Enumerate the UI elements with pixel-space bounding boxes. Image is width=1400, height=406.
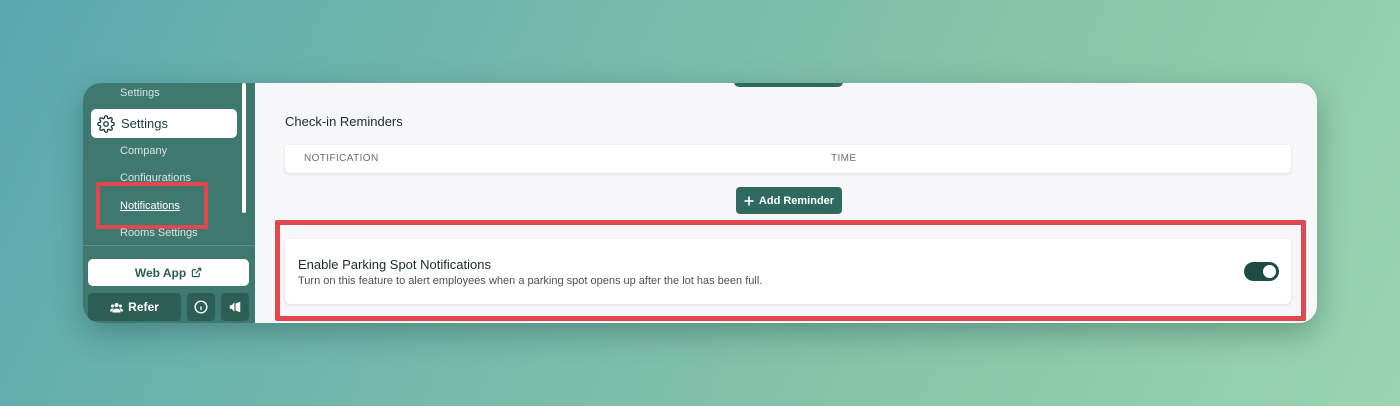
add-reminder-button[interactable]: Add Reminder xyxy=(736,187,842,214)
refer-button[interactable]: Refer xyxy=(88,293,181,321)
plus-icon xyxy=(744,196,754,205)
section-title: Check-in Reminders xyxy=(285,114,403,129)
web-app-button[interactable]: Web App xyxy=(88,259,249,286)
gear-icon xyxy=(97,114,115,133)
announcements-button[interactable] xyxy=(221,293,249,321)
column-header-time: TIME xyxy=(831,153,857,164)
main-content: Check-in Reminders NOTIFICATION TIME Add… xyxy=(255,83,1317,323)
users-icon xyxy=(110,302,124,312)
sidebar-scrollbar[interactable] xyxy=(242,83,246,213)
sidebar: Settings Settings Company Configurations… xyxy=(83,83,255,323)
column-header-notification: NOTIFICATION xyxy=(304,153,379,164)
parking-title: Enable Parking Spot Notifications xyxy=(298,257,491,272)
toggle-knob xyxy=(1263,265,1276,278)
parking-description: Turn on this feature to alert employees … xyxy=(298,275,763,287)
megaphone-icon xyxy=(229,301,241,313)
sidebar-item-settings-label: Settings xyxy=(121,116,168,131)
refer-label: Refer xyxy=(128,300,159,314)
sidebar-divider xyxy=(83,245,255,246)
info-icon xyxy=(194,300,208,314)
info-button[interactable] xyxy=(187,293,215,321)
sidebar-item-settings-top[interactable]: Settings xyxy=(120,87,160,99)
highlight-box-notifications xyxy=(96,182,208,229)
top-button-stub[interactable] xyxy=(734,83,843,87)
sidebar-item-company[interactable]: Company xyxy=(120,145,167,157)
app-window: Settings Settings Company Configurations… xyxy=(83,83,1317,323)
add-reminder-label: Add Reminder xyxy=(758,194,835,207)
external-link-icon xyxy=(191,267,202,278)
parking-notifications-card: Enable Parking Spot Notifications Turn o… xyxy=(285,239,1291,304)
reminders-table-header: NOTIFICATION TIME xyxy=(285,145,1291,173)
web-app-label: Web App xyxy=(134,265,187,280)
sidebar-item-settings[interactable]: Settings xyxy=(91,109,237,138)
parking-notifications-toggle[interactable] xyxy=(1244,262,1279,281)
sidebar-item-rooms-settings[interactable]: Rooms Settings xyxy=(120,227,198,239)
